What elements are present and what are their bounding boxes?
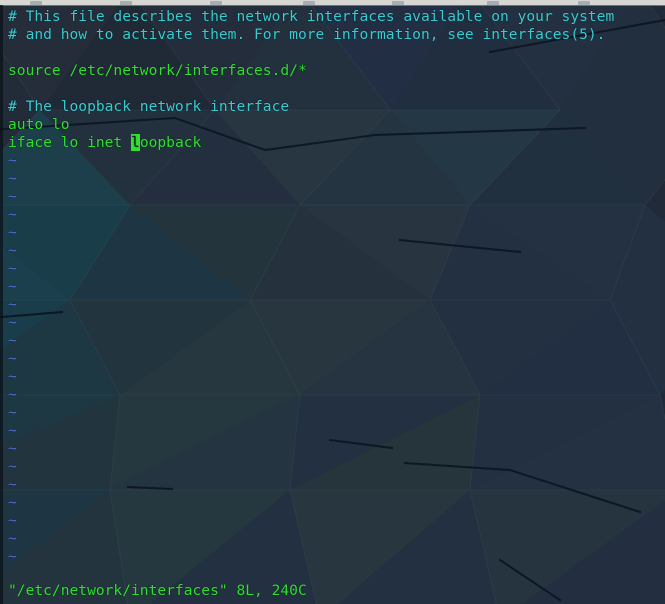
vim-statusline: "/etc/network/interfaces" 8L, 240C xyxy=(8,582,307,599)
editor-line-4: source /etc/network/interfaces.d/* xyxy=(8,62,307,79)
vim-filler-tilde: ~ xyxy=(8,224,17,241)
vim-filler-tilde: ~ xyxy=(8,404,17,421)
vim-filler-tilde: ~ xyxy=(8,386,17,403)
editor-line-6: # The loopback network interface xyxy=(8,98,290,115)
vim-filler-tilde: ~ xyxy=(8,260,17,277)
text-cursor: l xyxy=(131,134,140,151)
vim-filler-tilde: ~ xyxy=(8,476,17,493)
vim-filler-tilde: ~ xyxy=(8,332,17,349)
vim-filler-tilde: ~ xyxy=(8,170,17,187)
vim-filler-tilde: ~ xyxy=(8,530,17,547)
vim-filler-tilde: ~ xyxy=(8,368,17,385)
editor-line-8-after-cursor: oopback xyxy=(139,134,202,151)
vim-filler-tilde: ~ xyxy=(8,296,17,313)
vim-filler-tilde: ~ xyxy=(8,458,17,475)
vim-filler-tilde: ~ xyxy=(8,350,17,367)
vim-filler-tilde: ~ xyxy=(8,440,17,457)
vim-editor[interactable]: # This file describes the network interf… xyxy=(3,5,665,604)
editor-line-8-before-cursor: iface lo inet xyxy=(8,134,132,151)
vim-filler-tilde: ~ xyxy=(8,494,17,511)
vim-filler-tilde: ~ xyxy=(8,242,17,259)
terminal-window[interactable]: # This file describes the network interf… xyxy=(0,5,665,604)
editor-line-7: auto lo xyxy=(8,116,70,133)
editor-line-1: # This file describes the network interf… xyxy=(8,8,615,25)
vim-filler-tilde: ~ xyxy=(8,206,17,223)
vim-filler-tilde: ~ xyxy=(8,152,17,169)
vim-filler-tilde: ~ xyxy=(8,512,17,529)
vim-filler-tilde: ~ xyxy=(8,278,17,295)
vim-filler-tilde: ~ xyxy=(8,314,17,331)
editor-line-8: iface lo inet loopback xyxy=(8,134,201,152)
vim-filler-tilde: ~ xyxy=(8,188,17,205)
vim-filler-tilde: ~ xyxy=(8,548,17,565)
editor-line-2: # and how to activate them. For more inf… xyxy=(8,26,606,43)
desktop-screen: # This file describes the network interf… xyxy=(0,0,665,604)
vim-filler-tilde: ~ xyxy=(8,422,17,439)
